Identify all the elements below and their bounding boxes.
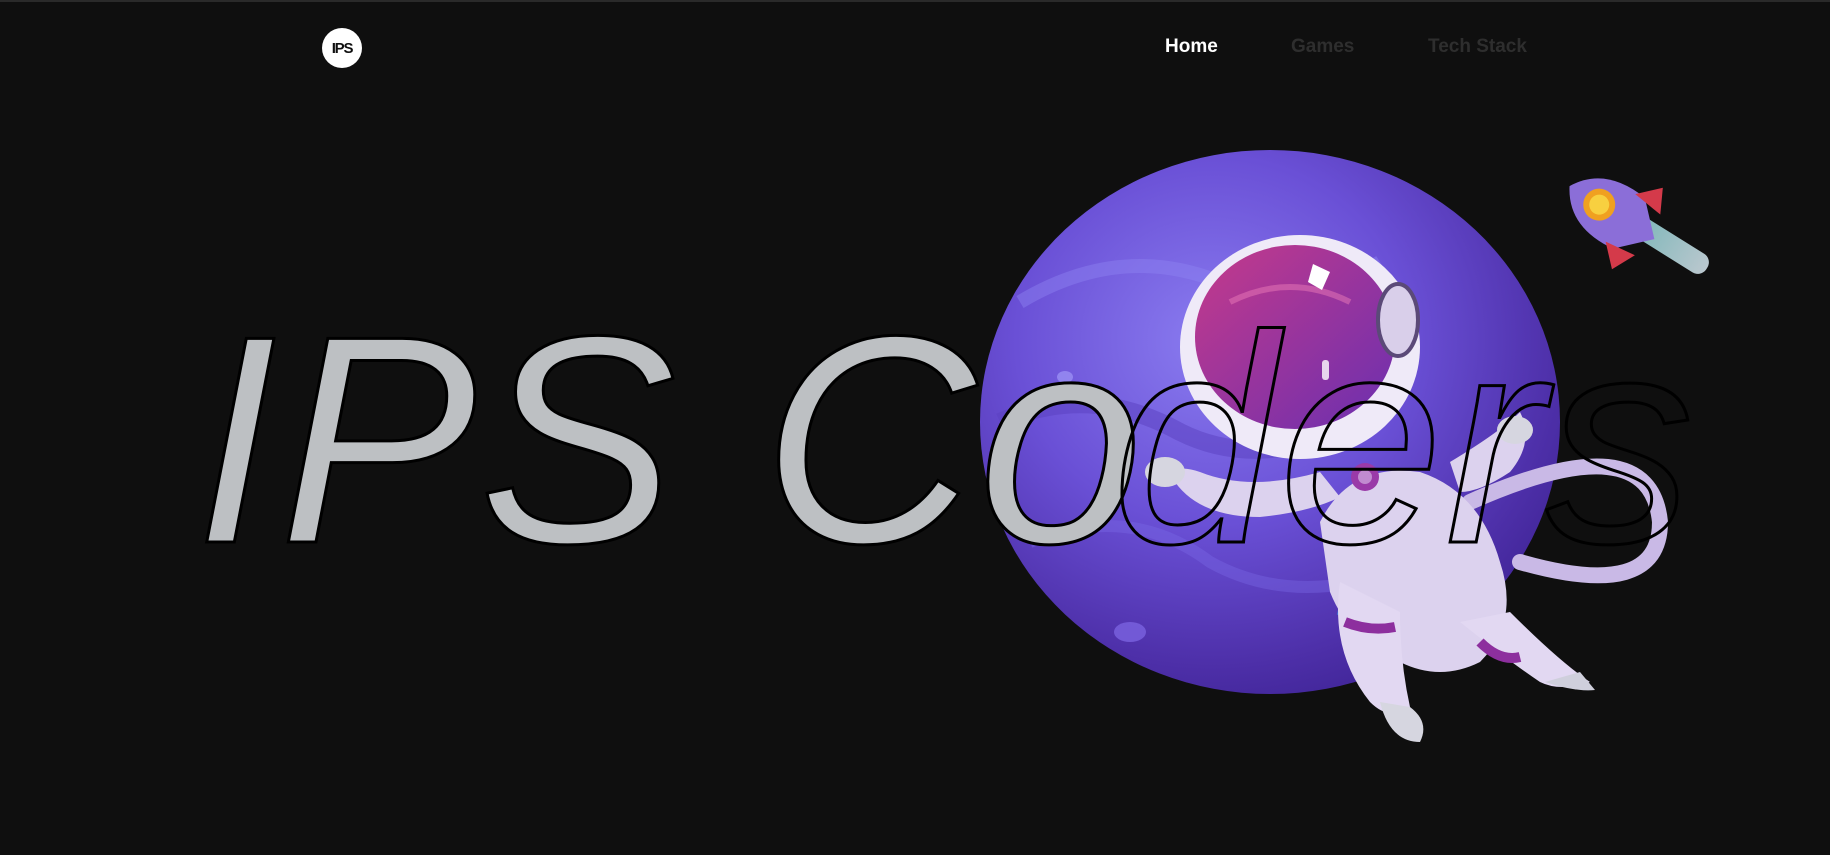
- page: IPS Home Games Tech Stack IPS Co ders: [0, 0, 1830, 855]
- hero-title-svg: IPS Co ders: [194, 273, 1696, 607]
- hero-title-outline: ders: [1112, 274, 1696, 605]
- hero-title: IPS Co ders: [0, 2, 1830, 855]
- hero-title-solid: IPS Co: [195, 274, 1145, 605]
